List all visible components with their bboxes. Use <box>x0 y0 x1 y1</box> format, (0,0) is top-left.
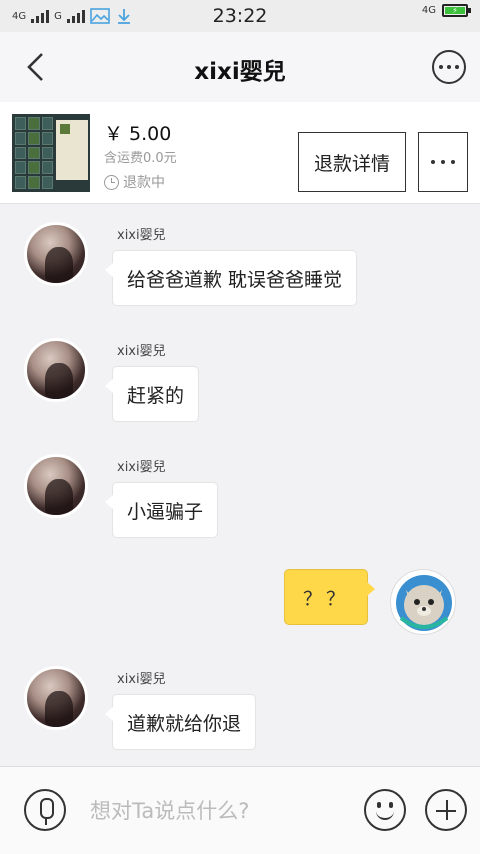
message-bubble[interactable]: 给爸爸道歉 耽误爸爸睡觉 <box>104 250 358 306</box>
status-time: 23:22 <box>212 5 268 27</box>
message-bubble[interactable]: 小逼骗子 <box>104 482 219 538</box>
plus-icon[interactable] <box>425 789 467 831</box>
sender-name: xixi婴兒 <box>117 344 166 359</box>
clock-icon <box>104 174 119 190</box>
avatar[interactable] <box>24 666 88 730</box>
avatar[interactable] <box>24 338 88 402</box>
product-thumbnail[interactable] <box>12 114 90 192</box>
battery-icon: ⚡ <box>442 4 471 17</box>
microphone-icon[interactable] <box>24 789 66 831</box>
refund-status: 退款中 <box>104 172 165 192</box>
seal-mascot-icon <box>396 575 452 631</box>
refund-status-label: 退款中 <box>123 175 165 191</box>
input-bar <box>0 766 480 854</box>
more-options-icon[interactable] <box>432 50 466 84</box>
order-card: ￥ 5.00 含运费0.0元 退款中 退款详情 <box>0 102 480 204</box>
chat-header: xixi婴兒 <box>0 32 480 102</box>
refund-details-button[interactable]: 退款详情 <box>298 132 406 192</box>
message-bubble[interactable]: 道歉就给你退 <box>104 694 257 750</box>
card-more-button[interactable] <box>418 132 468 192</box>
my-message-bubble[interactable]: ？？ <box>284 569 375 625</box>
product-price: ￥ 5.00 <box>104 123 172 145</box>
sender-name: xixi婴兒 <box>117 672 166 687</box>
avatar[interactable] <box>24 454 88 518</box>
back-icon[interactable] <box>20 50 54 84</box>
chat-title: xixi婴兒 <box>194 59 286 85</box>
message-bubble[interactable]: 赶紧的 <box>104 366 200 422</box>
message-input[interactable] <box>90 795 340 827</box>
network-label-right: 4G <box>421 5 436 16</box>
status-bar: 4G G 23:22 4G ⚡ <box>0 0 480 32</box>
sender-name: xixi婴兒 <box>117 460 166 475</box>
emoji-icon[interactable] <box>364 789 406 831</box>
status-right: 4G ⚡ <box>421 4 471 17</box>
sender-name: xixi婴兒 <box>117 228 166 243</box>
my-avatar[interactable] <box>390 569 456 635</box>
shipping-info: 含运费0.0元 <box>104 151 177 166</box>
avatar[interactable] <box>24 222 88 286</box>
